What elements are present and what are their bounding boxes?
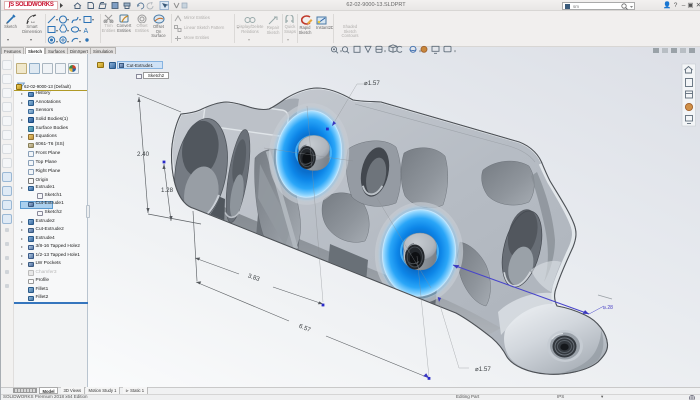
svg-text:▾: ▾ [67, 39, 69, 44]
svg-text:▾: ▾ [67, 28, 69, 33]
svg-text:A: A [84, 28, 89, 35]
svg-text:▾: ▾ [56, 17, 58, 22]
svg-text:▾: ▾ [56, 28, 58, 33]
svg-text:▾: ▾ [79, 17, 81, 22]
svg-text:▾: ▾ [56, 39, 58, 44]
svg-text:▾: ▾ [67, 17, 69, 22]
svg-text:▾: ▾ [92, 17, 94, 22]
svg-text:▾: ▾ [79, 28, 81, 33]
svg-text:▾: ▾ [79, 39, 81, 44]
